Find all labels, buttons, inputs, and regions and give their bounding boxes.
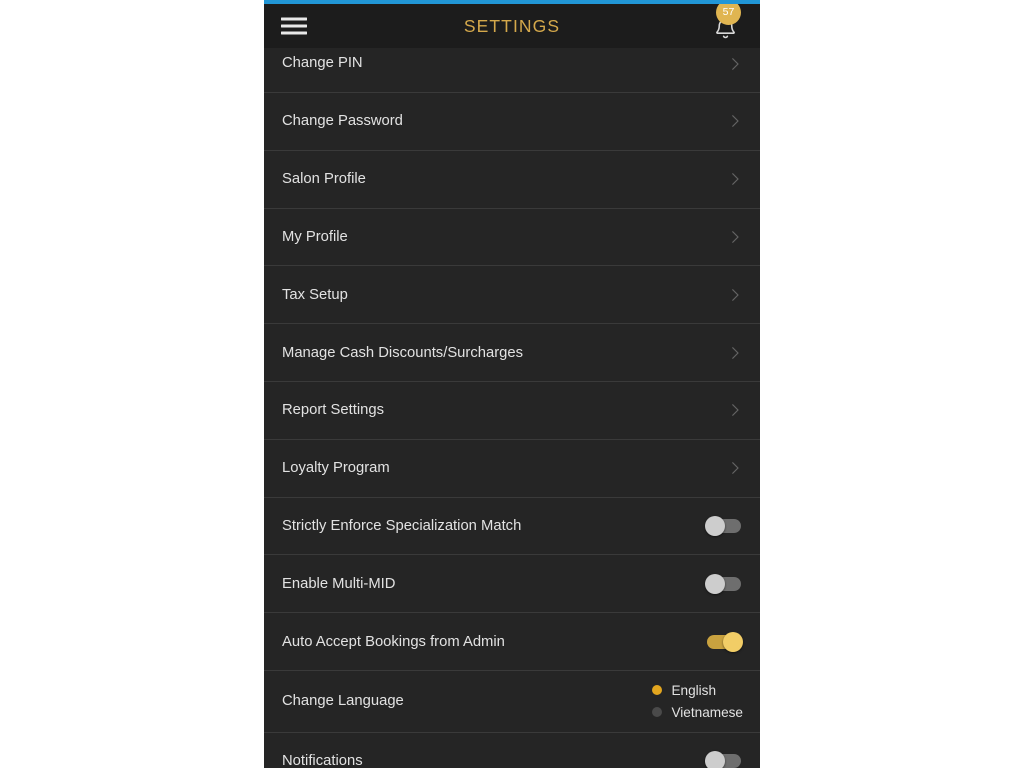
- toggle-knob: [705, 573, 725, 594]
- settings-row-label: Loyalty Program: [282, 460, 390, 477]
- settings-row-label: Salon Profile: [282, 171, 366, 188]
- settings-row-label: Manage Cash Discounts/Surcharges: [282, 344, 523, 361]
- hamburger-bar: [281, 24, 307, 28]
- settings-row[interactable]: Tax Setup: [264, 266, 760, 325]
- settings-row[interactable]: Change Language English Vietnamese: [264, 670, 760, 733]
- hamburger-menu-icon[interactable]: [281, 17, 307, 35]
- toggle-switch[interactable]: [705, 515, 741, 536]
- toggle-switch[interactable]: [705, 751, 741, 768]
- settings-row-label: Auto Accept Bookings from Admin: [282, 633, 505, 650]
- chevron-right-icon: [732, 288, 739, 301]
- chevron-right-icon: [732, 58, 739, 70]
- settings-row[interactable]: Loyalty Program: [264, 439, 760, 498]
- language-option-label: Vietnamese: [671, 704, 743, 720]
- settings-row-label: Change PIN: [282, 55, 363, 71]
- toggle-knob: [705, 515, 725, 536]
- toggle-switch[interactable]: [705, 573, 741, 594]
- toggle-knob: [705, 751, 725, 768]
- status-bar: [264, 0, 760, 4]
- settings-row[interactable]: Change PIN: [264, 48, 760, 93]
- radio-dot-icon: [652, 707, 663, 718]
- settings-row[interactable]: Manage Cash Discounts/Surcharges: [264, 324, 760, 382]
- settings-row[interactable]: Enable Multi-MID: [264, 555, 760, 614]
- app-bar: SETTINGS 57: [264, 0, 760, 48]
- settings-row-label: Enable Multi-MID: [282, 575, 396, 592]
- chevron-right-icon: [732, 346, 739, 359]
- settings-row[interactable]: Salon Profile: [264, 150, 760, 209]
- language-radio-option[interactable]: Vietnamese: [652, 705, 743, 720]
- language-radio-group[interactable]: English Vietnamese: [652, 683, 744, 720]
- settings-row-label: Tax Setup: [282, 286, 348, 303]
- chevron-right-icon: [732, 173, 739, 186]
- chevron-right-icon: [732, 115, 739, 128]
- settings-row[interactable]: Change Password: [264, 93, 760, 151]
- page-title: SETTINGS: [463, 15, 561, 36]
- settings-row-label: Strictly Enforce Specialization Match: [282, 517, 522, 534]
- settings-list[interactable]: Change PIN Change Password Salon Profile My…: [264, 48, 760, 768]
- phone-viewport: SETTINGS 57 Change PIN Change Password Sal…: [264, 0, 760, 768]
- settings-row[interactable]: Auto Accept Bookings from Admin: [264, 613, 760, 671]
- toggle-knob: [723, 631, 743, 652]
- language-option-label: English: [671, 682, 717, 698]
- settings-row[interactable]: My Profile: [264, 208, 760, 267]
- hamburger-bar: [281, 17, 307, 21]
- settings-row-label: Change Language: [282, 693, 404, 710]
- settings-row-label: Report Settings: [282, 402, 384, 419]
- settings-row-label: Change Password: [282, 113, 403, 130]
- chevron-right-icon: [732, 404, 739, 417]
- settings-row[interactable]: Report Settings: [264, 381, 760, 440]
- chevron-right-icon: [732, 231, 739, 243]
- settings-row[interactable]: Strictly Enforce Specialization Match: [264, 497, 760, 556]
- toggle-switch[interactable]: [707, 631, 743, 652]
- chevron-right-icon: [732, 462, 739, 475]
- settings-row-label: Notifications: [282, 753, 363, 768]
- radio-dot-icon: [652, 685, 663, 696]
- settings-row[interactable]: Notifications: [264, 732, 760, 768]
- settings-row-label: My Profile: [282, 228, 348, 245]
- hamburger-bar: [281, 31, 307, 35]
- app-root: SETTINGS 57 Change PIN Change Password Sal…: [0, 0, 1024, 768]
- language-radio-option[interactable]: English: [652, 683, 716, 698]
- notifications-button[interactable]: 57: [706, 0, 746, 46]
